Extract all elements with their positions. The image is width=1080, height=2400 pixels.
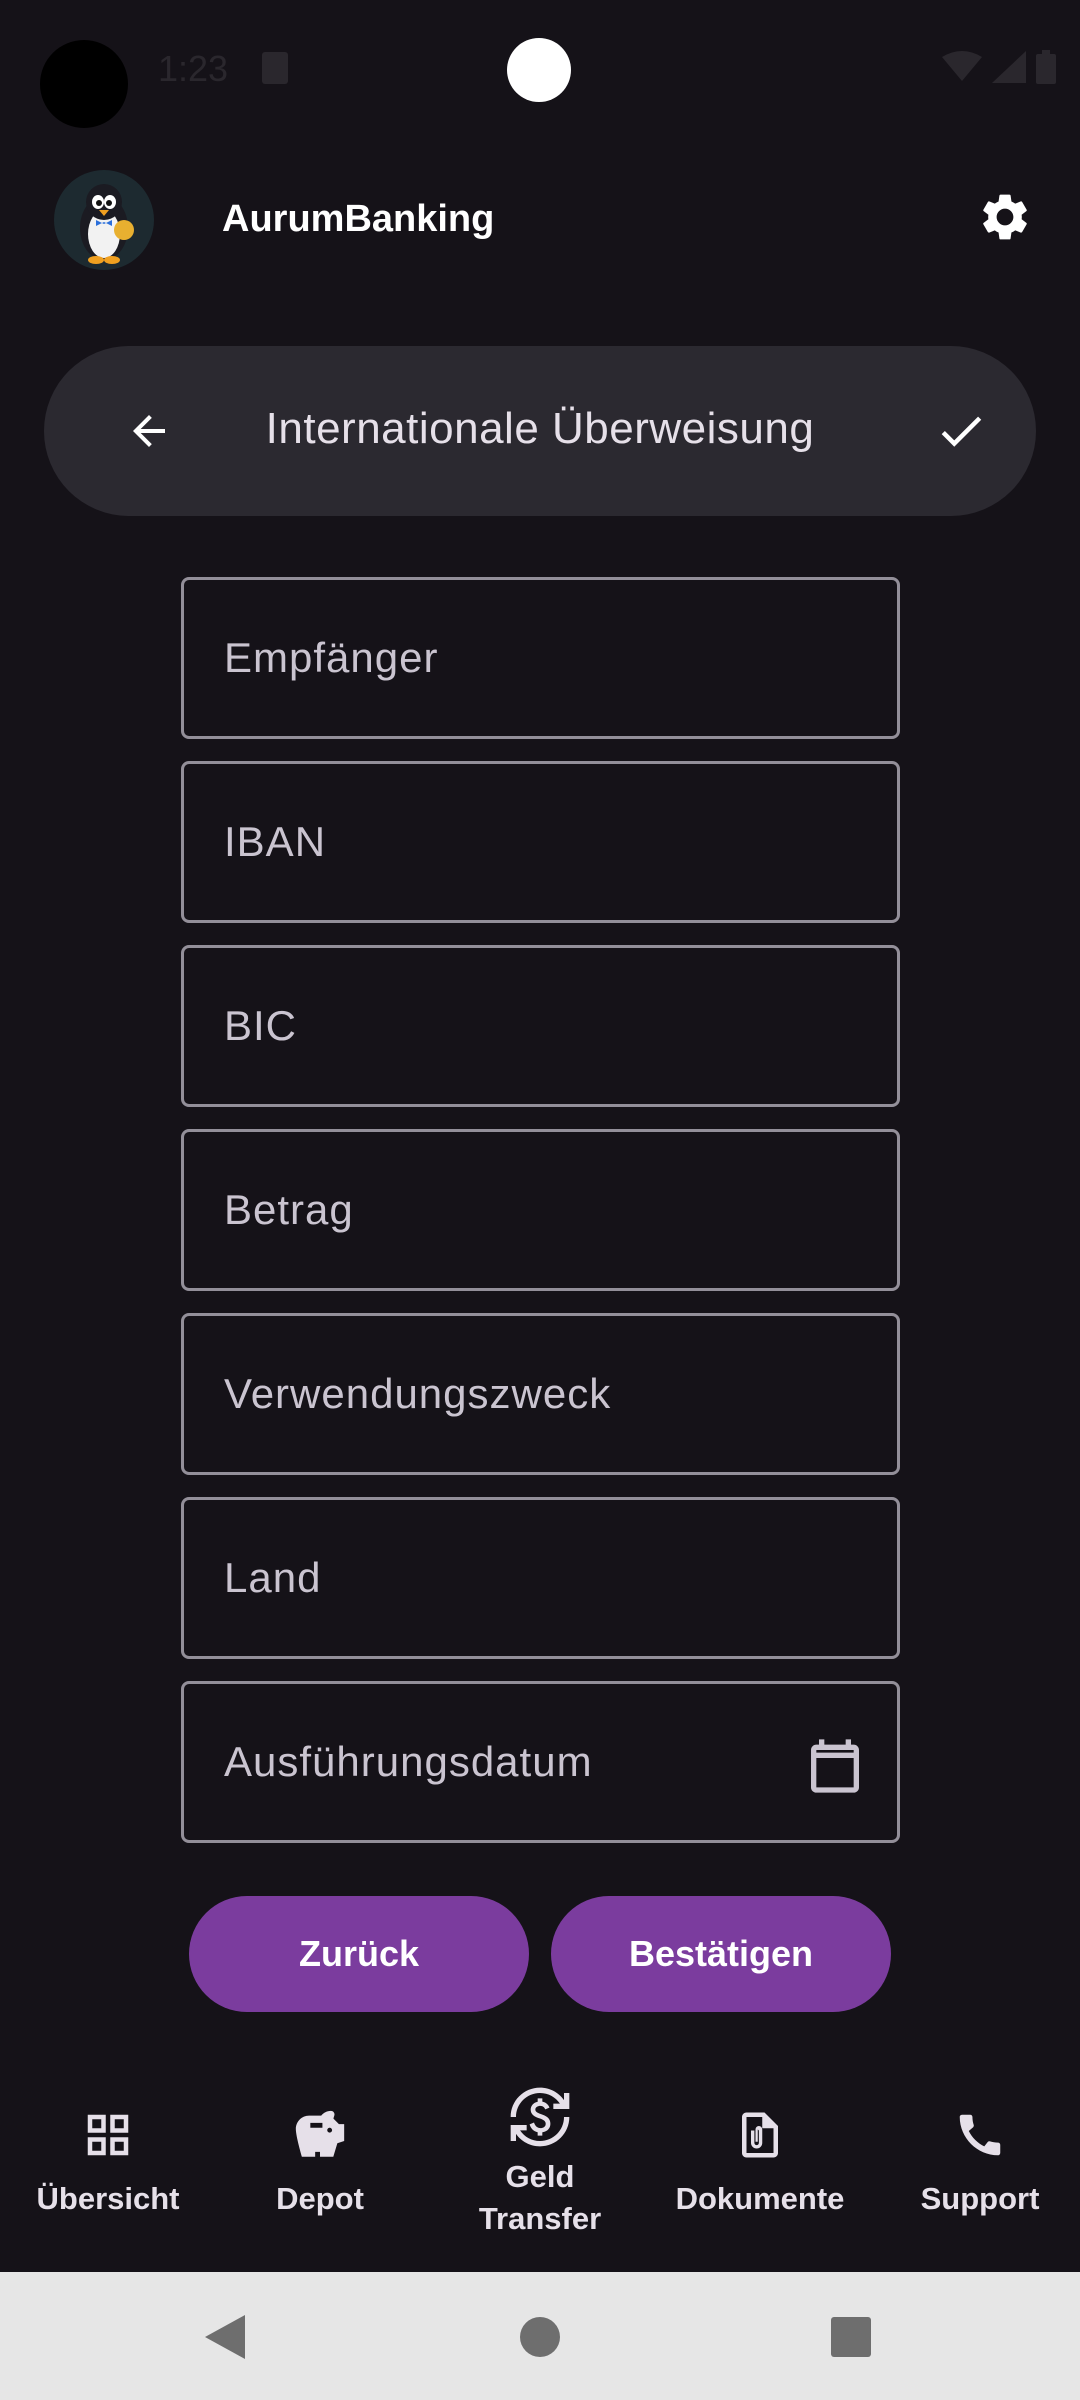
nav-item-money-transfer[interactable]: Geld Transfer [432, 2070, 648, 2270]
iban-field [181, 761, 900, 923]
nav-item-depot[interactable]: Depot [212, 2070, 428, 2270]
app-title: AurumBanking [222, 198, 495, 240]
transfer-form [181, 577, 900, 1865]
bic-input[interactable] [184, 948, 897, 1104]
recipient-field [181, 577, 900, 739]
circle-home-icon [520, 2317, 560, 2357]
check-icon [941, 416, 982, 447]
signal-icon [992, 51, 1026, 83]
amount-input[interactable] [184, 1132, 897, 1288]
camera-cutout [40, 40, 128, 128]
purpose-field [181, 1313, 900, 1475]
money-transfer-icon [510, 2087, 570, 2147]
battery-icon [1036, 50, 1056, 84]
execution-date-input[interactable] [184, 1684, 897, 1840]
confirm-check-button[interactable] [926, 396, 996, 466]
back-action-button[interactable]: Zurück [189, 1896, 529, 2012]
page-header: Internationale Überweisung [44, 346, 1036, 516]
nav-label-depot: Depot [276, 2181, 364, 2216]
phone-icon [959, 2114, 1001, 2156]
status-icons [942, 50, 1056, 84]
purpose-input[interactable] [184, 1316, 897, 1472]
system-back-button[interactable] [200, 2312, 250, 2362]
gear-icon [983, 194, 1027, 240]
app-bar: AurumBanking [0, 160, 1080, 280]
nav-item-overview[interactable]: Übersicht [0, 2070, 216, 2270]
grid-icon [87, 2114, 129, 2156]
nav-item-support[interactable]: Support [872, 2070, 1080, 2270]
status-time: 1:23 [158, 48, 229, 89]
calendar-icon[interactable] [803, 1734, 867, 1798]
nav-label-documents: Dokumente [675, 2181, 845, 2216]
nav-label-support: Support [920, 2181, 1040, 2216]
penguin-avatar-icon[interactable] [54, 170, 154, 270]
sd-card-icon [262, 52, 288, 84]
page-title: Internationale Überweisung [265, 404, 815, 453]
wifi-icon [942, 51, 982, 81]
front-camera [507, 38, 571, 102]
confirm-action-button[interactable]: Bestätigen [551, 1896, 891, 2012]
nav-label-money-transfer: Geld Transfer [478, 2159, 602, 2236]
recipient-input[interactable] [184, 580, 897, 736]
bic-field [181, 945, 900, 1107]
nav-item-documents[interactable]: Dokumente [652, 2070, 868, 2270]
system-home-button[interactable] [515, 2312, 565, 2362]
system-navigation-bar [0, 2272, 1080, 2400]
triangle-back-icon [205, 2315, 245, 2359]
status-bar: 1:23 [0, 0, 1080, 140]
amount-field [181, 1129, 900, 1291]
nav-label-overview: Übersicht [36, 2181, 180, 2216]
bottom-navigation: Übersicht Depot Geld Transfer Dokumente [0, 2070, 1080, 2270]
settings-button[interactable] [970, 182, 1040, 252]
system-recents-button[interactable] [826, 2312, 876, 2362]
paperclip-document-icon [742, 2112, 778, 2158]
execution-date-field [181, 1681, 900, 1843]
iban-input[interactable] [184, 764, 897, 920]
country-input[interactable] [184, 1500, 897, 1656]
square-recents-icon [831, 2317, 871, 2357]
country-field [181, 1497, 900, 1659]
piggy-bank-icon [295, 2110, 345, 2157]
action-buttons: Zurück Bestätigen [189, 1896, 892, 2012]
